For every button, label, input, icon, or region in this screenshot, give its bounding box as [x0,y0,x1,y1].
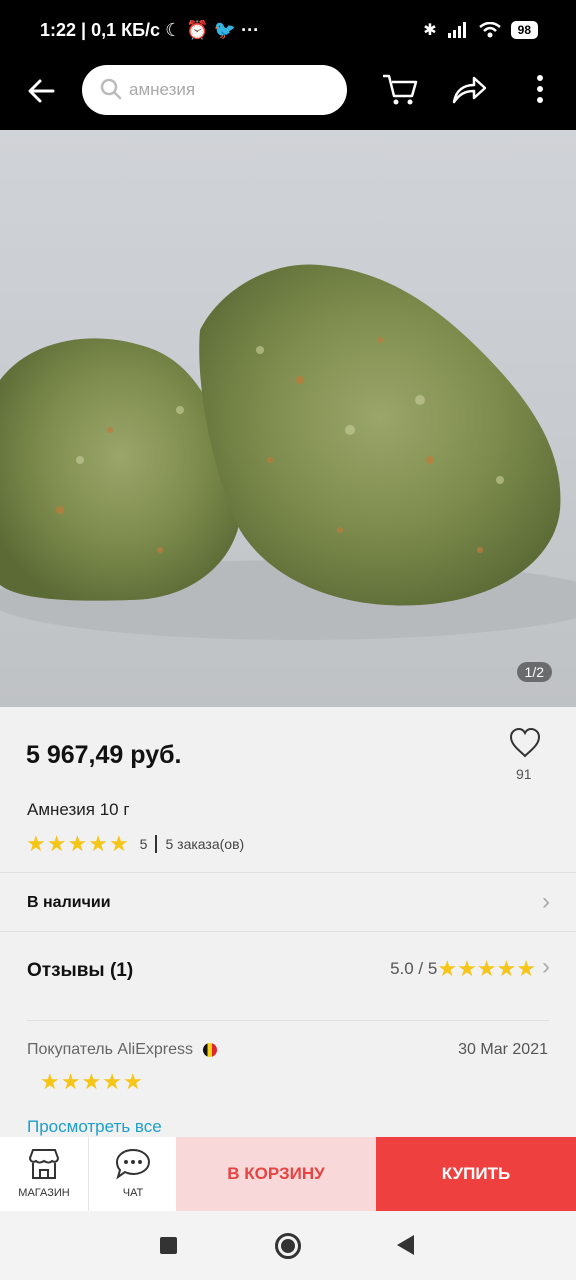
star-icon: ★ [437,956,458,981]
star-icon: ★ [516,956,536,981]
view-all-link[interactable]: Просмотреть все [27,1117,162,1137]
chat-icon [115,1148,151,1180]
back-icon[interactable] [397,1235,414,1255]
nav-bar: амнезия [0,62,576,118]
status-right: ✱ 98 [423,20,538,40]
chat-button[interactable]: ЧАТ [88,1137,177,1211]
image-counter: 1/2 [516,662,552,682]
search-input[interactable]: амнезия [82,65,347,115]
cart-icon[interactable] [381,72,419,106]
star-icon: ★ [122,1069,143,1094]
star-icon: ★ [102,1069,122,1094]
home-icon[interactable] [275,1233,301,1259]
system-nav-bar [0,1211,576,1280]
chevron-right-icon[interactable]: › [542,953,550,981]
stock-status[interactable]: В наличии [27,894,111,912]
product-rating[interactable]: ★ ★ ★ ★ ★ 5 5 заказа(ов) [26,831,245,856]
product-title: Амнезия 10 г [27,800,130,819]
divider [0,931,576,932]
review-stars: ★ ★ ★ ★ ★ [40,1069,144,1094]
review-date: 30 Mar 2021 [458,1041,548,1058]
bottom-action-bar: МАГАЗИН ЧАТ В КОРЗИНУ КУПИТЬ [0,1137,576,1211]
bluetooth-icon: ✱ [423,22,437,39]
chevron-right-icon[interactable]: › [542,888,550,916]
moon-icon: ☾ [165,20,182,40]
rating-value: 5 [139,836,148,852]
store-icon [28,1149,60,1179]
wifi-icon [478,22,501,38]
orders-count: 5 заказа(ов) [165,836,245,852]
buy-now-button[interactable]: КУПИТЬ [376,1137,576,1211]
review-author: Покупатель AliExpress [27,1041,217,1059]
battery-indicator: 98 [510,21,538,39]
twitter-icon: 🐦 [213,20,237,40]
star-icon: ★ [60,1069,81,1094]
review-author-name: Покупатель AliExpress [27,1041,193,1058]
star-icon: ★ [26,831,46,856]
star-icon: ★ [81,1069,102,1094]
divider [0,872,576,873]
reviews-heading[interactable]: Отзывы (1) [27,960,133,982]
reviews-score-text: 5.0 / 5 [390,959,438,978]
reviews-score[interactable]: 5.0 / 5 ★ ★ ★ ★ ★ [390,956,536,981]
shop-button[interactable]: МАГАЗИН [0,1137,88,1211]
star-icon: ★ [46,831,67,856]
network-speed: | 0,1 КБ/с [81,20,161,40]
add-to-cart-button[interactable]: В КОРЗИНУ [176,1137,376,1211]
divider [27,1020,549,1021]
product-card: 5 967,49 руб. 91 Амнезия 10 г ★ ★ ★ ★ ★ … [0,707,576,1137]
share-icon[interactable] [450,74,488,106]
star-icon: ★ [496,956,517,981]
status-time: 1:22 | 0,1 КБ/с ☾ ⏰ 🐦 ··· [40,20,259,41]
more-icon[interactable] [532,74,548,104]
star-icon: ★ [457,956,477,981]
heart-icon[interactable] [508,727,542,759]
star-icon: ★ [108,831,129,856]
flag-icon [203,1042,217,1057]
star-icon: ★ [40,1069,60,1094]
signal-icon [447,22,466,38]
star-icon: ★ [88,831,108,856]
star-icon: ★ [476,956,497,981]
search-icon [100,78,122,100]
shop-label: МАГАЗИН [18,1187,70,1199]
status-bar: 1:22 | 0,1 КБ/с ☾ ⏰ 🐦 ··· ✱ 98 [0,0,576,62]
search-text: амнезия [129,80,196,99]
product-image[interactable] [0,130,576,707]
product-price: 5 967,49 руб. [26,741,182,769]
top-bar: 1:22 | 0,1 КБ/с ☾ ⏰ 🐦 ··· ✱ 98 амнезия [0,0,576,130]
back-arrow-icon[interactable] [26,76,56,106]
separator [155,835,158,853]
alarm-icon: ⏰ [186,20,209,40]
recents-icon[interactable] [160,1237,177,1254]
product-photo [0,264,576,640]
more-notifications-icon: ··· [241,20,260,40]
chat-label: ЧАТ [122,1187,144,1199]
likes-count: 91 [516,766,532,782]
clock: 1:22 [40,20,77,40]
star-icon: ★ [67,831,88,856]
